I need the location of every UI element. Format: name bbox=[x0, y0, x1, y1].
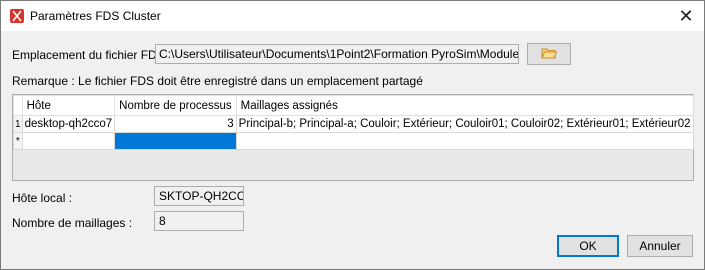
row-number[interactable]: 1 bbox=[13, 115, 23, 133]
host-cell[interactable]: desktop-qh2cco7 bbox=[21, 115, 116, 133]
new-meshes-cell[interactable] bbox=[235, 132, 694, 150]
new-host-cell[interactable] bbox=[21, 132, 116, 150]
browse-button[interactable] bbox=[527, 43, 571, 65]
local-host-label: Hôte local : bbox=[12, 191, 73, 205]
mesh-count-label: Nombre de maillages : bbox=[12, 216, 133, 230]
table-row[interactable]: 1 desktop-qh2cco7 3 Principal-b; Princip… bbox=[13, 115, 694, 133]
title-bar: Paramètres FDS Cluster ✕ bbox=[1, 1, 704, 31]
row-header-corner bbox=[13, 95, 23, 116]
processes-cell[interactable]: 3 bbox=[114, 115, 237, 133]
local-host-field: SKTOP-QH2CCO7 bbox=[154, 186, 244, 206]
window-title: Paramètres FDS Cluster bbox=[30, 9, 161, 23]
column-header-meshes[interactable]: Maillages assignés bbox=[235, 95, 694, 116]
cancel-button[interactable]: Annuler bbox=[627, 235, 693, 257]
mesh-count-field: 8 bbox=[154, 211, 244, 231]
pyrosim-app-icon bbox=[10, 9, 24, 23]
ok-button[interactable]: OK bbox=[557, 235, 619, 257]
cluster-table[interactable]: Hôte Nombre de processus Maillages assig… bbox=[12, 94, 694, 181]
fds-location-label: Emplacement du fichier FDS : bbox=[12, 48, 172, 62]
new-table-row[interactable]: * bbox=[13, 132, 694, 150]
new-row-marker: * bbox=[13, 132, 23, 150]
column-header-processes[interactable]: Nombre de processus bbox=[114, 95, 237, 116]
meshes-cell[interactable]: Principal-b; Principal-a; Couloir; Extér… bbox=[235, 115, 694, 133]
close-icon: ✕ bbox=[678, 5, 694, 26]
close-button[interactable]: ✕ bbox=[668, 1, 704, 31]
new-processes-cell-selected[interactable] bbox=[114, 132, 237, 150]
column-header-host[interactable]: Hôte bbox=[21, 95, 116, 116]
table-header-row: Hôte Nombre de processus Maillages assig… bbox=[13, 95, 694, 116]
remark-text: Remarque : Le fichier FDS doit être enre… bbox=[12, 74, 423, 88]
fds-location-field[interactable]: C:\Users\Utilisateur\Documents\1Point2\F… bbox=[155, 44, 519, 64]
folder-icon bbox=[541, 47, 558, 62]
fds-cluster-dialog: Paramètres FDS Cluster ✕ Emplacement du … bbox=[0, 0, 705, 270]
